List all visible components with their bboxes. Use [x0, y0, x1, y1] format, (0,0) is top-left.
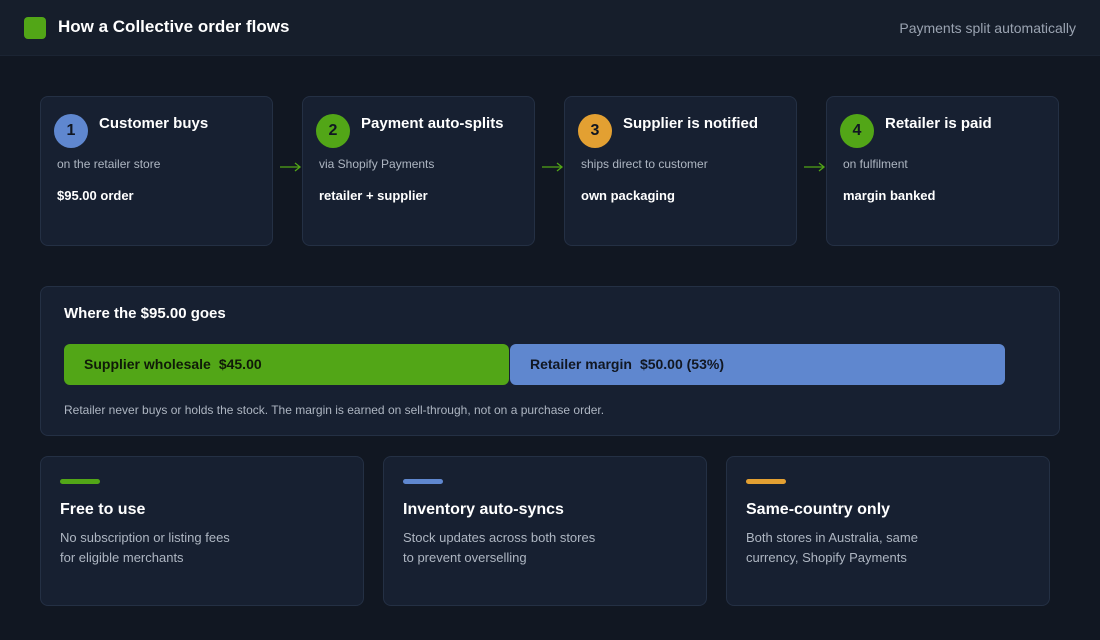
segment-amount: $45.00 — [218, 356, 262, 372]
feature-desc-line: No subscription or listing fees — [60, 530, 230, 545]
accent-bar — [60, 479, 100, 484]
split-segment-supplier-wholesale: Supplier wholesale $45.00 — [64, 344, 509, 385]
feature-desc-line: Both stores in Australia, same — [746, 530, 918, 545]
step-value: margin banked — [843, 188, 936, 203]
feature-desc-line: for eligible merchants — [60, 550, 184, 565]
brand-logo — [24, 17, 46, 39]
step-title: Supplier is notified — [623, 115, 759, 132]
split-title: Where the $95.00 goes — [64, 305, 226, 322]
feature-description: Both stores in Australia, same currency,… — [746, 528, 996, 568]
feature-card-free-to-use: Free to use No subscription or listing f… — [40, 456, 364, 606]
page-title: How a Collective order flows — [58, 17, 290, 36]
segment-label: Supplier wholesale — [84, 356, 211, 372]
step-title: Payment auto-splits — [361, 115, 504, 132]
feature-title: Same-country only — [746, 501, 891, 518]
feature-description: No subscription or listing fees for elig… — [60, 528, 310, 568]
arrow-right-icon — [280, 162, 302, 172]
step-number-badge: 4 — [840, 114, 874, 148]
step-card-payment-auto-splits: 2 Payment auto-splits via Shopify Paymen… — [302, 96, 535, 246]
payment-split-panel: Where the $95.00 goes Supplier wholesale… — [40, 286, 1060, 436]
step-number-badge: 3 — [578, 114, 612, 148]
step-value: own packaging — [581, 188, 675, 203]
header-note: Payments split automatically — [899, 20, 1076, 36]
step-number-badge: 1 — [54, 114, 88, 148]
feature-title: Inventory auto-syncs — [403, 501, 564, 518]
arrow-right-icon — [804, 162, 826, 172]
header-bar: How a Collective order flows Payments sp… — [0, 0, 1100, 56]
step-title: Customer buys — [99, 115, 209, 132]
feature-desc-line: Stock updates across both stores — [403, 530, 596, 545]
segment-label: Retailer margin — [530, 356, 632, 372]
split-note: Retailer never buys or holds the stock. … — [64, 403, 605, 417]
page: How a Collective order flows Payments sp… — [0, 0, 1100, 640]
step-card-retailer-paid: 4 Retailer is paid on fulfilment margin … — [826, 96, 1059, 246]
feature-card-same-country-only: Same-country only Both stores in Austral… — [726, 456, 1050, 606]
feature-desc-line: currency, Shopify Payments — [746, 550, 907, 565]
step-subtitle: on fulfilment — [843, 157, 908, 171]
step-subtitle: ships direct to customer — [581, 157, 708, 171]
step-title: Retailer is paid — [885, 115, 992, 132]
accent-bar — [746, 479, 786, 484]
arrow-right-icon — [542, 162, 564, 172]
segment-amount: $50.00 (53%) — [639, 356, 724, 372]
step-card-customer-buys: 1 Customer buys on the retailer store $9… — [40, 96, 273, 246]
feature-title: Free to use — [60, 501, 146, 518]
accent-bar — [403, 479, 443, 484]
split-segment-retailer-margin: Retailer margin $50.00 (53%) — [510, 344, 1005, 385]
step-number-badge: 2 — [316, 114, 350, 148]
feature-card-inventory-auto-syncs: Inventory auto-syncs Stock updates acros… — [383, 456, 707, 606]
step-value: retailer + supplier — [319, 188, 428, 203]
step-value: $95.00 order — [57, 188, 134, 203]
feature-desc-line: to prevent overselling — [403, 550, 527, 565]
step-subtitle: via Shopify Payments — [319, 157, 435, 171]
split-bar: Supplier wholesale $45.00 Retailer margin… — [64, 344, 1005, 385]
step-subtitle: on the retailer store — [57, 157, 161, 171]
feature-description: Stock updates across both stores to prev… — [403, 528, 653, 568]
step-card-supplier-notified: 3 Supplier is notified ships direct to c… — [564, 96, 797, 246]
